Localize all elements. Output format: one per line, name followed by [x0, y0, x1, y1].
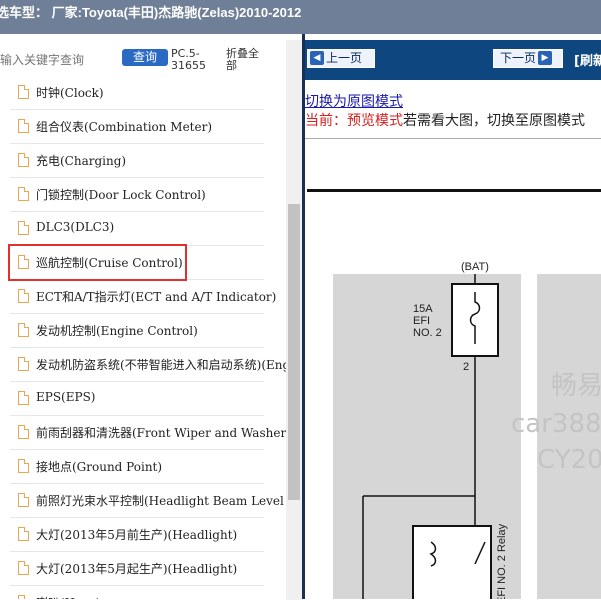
watermark-2: car388	[511, 409, 601, 439]
window-title: 选车型： 厂家:Toyota(丰田)杰路驰(Zelas)2010-2012	[0, 5, 302, 20]
title-bar: 选车型： 厂家:Toyota(丰田)杰路驰(Zelas)2010-2012	[0, 0, 601, 34]
bat-label: (BAT)	[461, 261, 489, 273]
fuse-label-2: EFI	[413, 315, 430, 327]
tree-item[interactable]: DLC3(DLC3)	[0, 212, 286, 246]
tree-item[interactable]: 发动机控制(Engine Control)	[0, 314, 286, 348]
document-icon	[18, 187, 29, 201]
prev-page-button[interactable]: ◀ 上一页	[307, 49, 375, 68]
tree-item-label: 前雨刮器和清洗器(Front Wiper and Washer)	[36, 426, 291, 440]
document-icon	[18, 425, 29, 439]
separator	[305, 138, 601, 139]
watermark-1: 畅易	[551, 371, 601, 401]
tree-item[interactable]: 前雨刮器和清洗器(Front Wiper and Washer)	[0, 416, 291, 450]
collapse-all-button[interactable]: 折叠全部	[226, 48, 266, 72]
wiring-diagram: 畅易 car388 CY20 (BAT) 15A EFI NO. 2 2 EFI…	[333, 261, 601, 599]
highlight-box	[8, 244, 187, 281]
fuse-label-3: NO. 2	[413, 327, 442, 339]
tree-item[interactable]: 大灯(2013年5月起生产)(Headlight)	[0, 552, 286, 586]
tree-item[interactable]: 喇叭(Horn)	[0, 586, 286, 599]
document-icon	[18, 85, 29, 99]
separator-thick	[307, 189, 601, 192]
tree-item[interactable]: 发动机防盗系统(不带智能进入和启动系统)(Engine Immobiliser …	[0, 348, 302, 382]
tree-item-label: 充电(Charging)	[36, 154, 127, 168]
document-icon	[18, 561, 29, 575]
relay-box	[412, 525, 492, 599]
document-icon	[18, 323, 29, 337]
refresh-link[interactable]: [刷新	[574, 50, 601, 69]
tree-item-label: 门锁控制(Door Lock Control)	[36, 188, 206, 202]
tree-item-label: DLC3(DLC3)	[36, 220, 115, 234]
tree-item-label: 接地点(Ground Point)	[36, 460, 163, 474]
tree-item[interactable]: EPS(EPS)	[0, 382, 286, 416]
tree-item[interactable]: 大灯(2013年5月前生产)(Headlight)	[0, 518, 286, 552]
fuse-label-1: 15A	[413, 303, 433, 315]
search-input[interactable]	[0, 50, 120, 70]
tree-item[interactable]: ECT和A/T指示灯(ECT and A/T Indicator)	[0, 280, 286, 314]
tree-item-label: EPS(EPS)	[36, 390, 96, 404]
tree-item[interactable]: 时钟(Clock)	[0, 76, 286, 110]
document-icon	[18, 221, 29, 235]
left-panel: 查询 PC.5-31655 折叠全部 时钟(Clock) 组合仪表(Combina…	[0, 34, 302, 599]
tree-item-label: 组合仪表(Combination Meter)	[36, 120, 213, 134]
document-icon	[18, 527, 29, 541]
pin-label: 2	[463, 361, 469, 373]
tree-item-label: 喇叭(Horn)	[36, 594, 101, 599]
pc-label: PC.5-31655	[171, 47, 206, 72]
document-icon	[18, 595, 29, 599]
tree-item-label: 前照灯光束水平控制(Headlight Beam Level Control)	[36, 494, 302, 508]
tree-item-label: 大灯(2013年5月前生产)(Headlight)	[36, 528, 238, 542]
switch-mode-link[interactable]: 切换为原图模式	[305, 91, 403, 111]
tree-item[interactable]: 组合仪表(Combination Meter)	[0, 110, 286, 144]
tree-item-label: 发动机控制(Engine Control)	[36, 324, 198, 338]
relay-label: EFI NO. 2 Relay	[496, 523, 508, 599]
document-icon	[18, 119, 29, 133]
left-arrow-icon: ◀	[310, 51, 324, 65]
nav-bar: ◀ 上一页 下一页 ▶ [刷新	[305, 40, 601, 80]
tree-item-label: 发动机防盗系统(不带智能进入和启动系统)(Engine Immobiliser …	[36, 358, 302, 372]
document-icon	[18, 289, 29, 303]
tree-item[interactable]: 前照灯光束水平控制(Headlight Beam Level Control)	[0, 484, 302, 518]
tree-item-label: ECT和A/T指示灯(ECT and A/T Indicator)	[36, 290, 277, 304]
right-panel: ◀ 上一页 下一页 ▶ [刷新 切换为原图模式 当前：预览模式若需看大图，切换至原图…	[305, 34, 601, 599]
tree-item[interactable]: 充电(Charging)	[0, 144, 286, 178]
document-icon	[18, 391, 29, 405]
current-mode-text: 当前：预览模式若需看大图，切换至原图模式	[305, 113, 585, 129]
tree-scrollbar-thumb[interactable]	[288, 204, 300, 500]
document-icon	[18, 357, 29, 371]
tree-item-label: 大灯(2013年5月起生产)(Headlight)	[36, 562, 238, 576]
document-icon	[18, 493, 29, 507]
search-button[interactable]: 查询	[122, 49, 168, 66]
search-bar: 查询 PC.5-31655 折叠全部	[0, 34, 302, 78]
tree-item[interactable]: 接地点(Ground Point)	[0, 450, 286, 484]
watermark-3: CY20	[537, 445, 601, 475]
document-icon	[18, 459, 29, 473]
document-icon	[18, 153, 29, 167]
next-page-button[interactable]: 下一页 ▶	[493, 49, 563, 68]
tree-item-label: 时钟(Clock)	[36, 86, 104, 100]
tree-item[interactable]: 门锁控制(Door Lock Control)	[0, 178, 286, 212]
right-arrow-icon: ▶	[538, 51, 553, 65]
